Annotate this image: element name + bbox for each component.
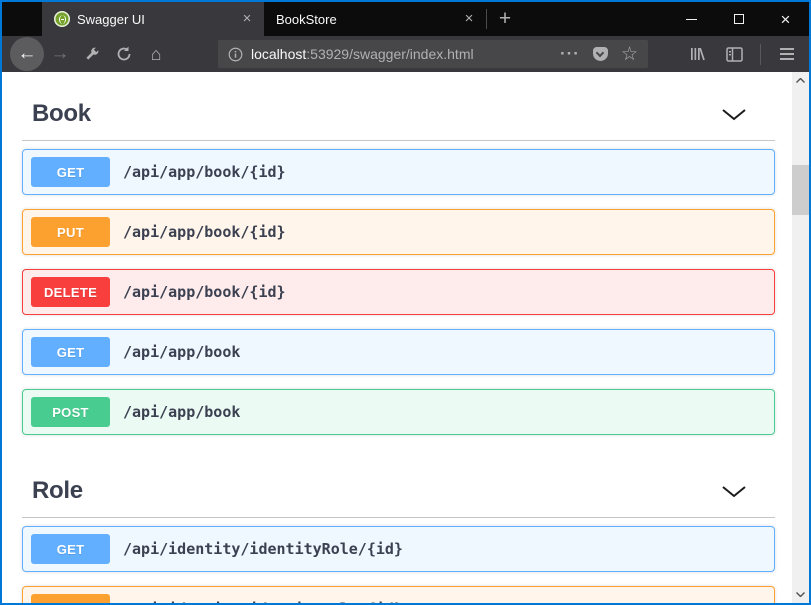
tab-title: BookStore [276,12,453,27]
scroll-down-icon [796,592,805,597]
tab-title: Swagger UI [77,12,231,27]
toolbar-right [682,38,803,70]
endpoint-row[interactable]: GET /api/identity/identityRole/{id} [22,526,775,572]
pocket-icon[interactable] [593,47,608,61]
hamburger-menu-icon [780,48,794,60]
new-tab-button[interactable]: + [487,2,523,36]
section-title: Role [32,477,83,505]
section-body-role: GET /api/identity/identityRole/{id} PUT … [22,518,775,603]
minimize-icon [686,19,697,20]
tools-button[interactable] [76,38,108,70]
endpoint-row[interactable]: GET /api/app/book [22,329,775,375]
endpoint-path: /api/app/book/{id} [123,283,286,301]
sidebar-button[interactable] [718,38,750,70]
url-host: localhost [251,46,306,62]
endpoint-row[interactable]: PUT /api/app/book/{id} [22,209,775,255]
library-button[interactable] [682,38,714,70]
vertical-scrollbar[interactable] [792,72,809,603]
method-badge: POST [31,397,110,427]
bookmark-star-icon[interactable]: ☆ [621,45,638,64]
url-bar[interactable]: localhost:53929/swagger/index.html ··· ☆ [218,40,648,68]
back-arrow-icon: ← [18,43,37,65]
method-badge: DELETE [31,277,110,307]
sidebar-icon [726,47,743,62]
method-badge: GET [31,157,110,187]
endpoint-path: /api/app/book [123,343,240,361]
back-button[interactable]: ← [10,37,44,71]
window-controls: × [668,2,809,36]
info-icon[interactable] [228,47,243,62]
swagger-favicon-icon [54,11,70,27]
forward-button[interactable]: → [44,38,76,70]
endpoint-path: /api/identity/identityRole/{id} [123,600,403,603]
url-text[interactable]: localhost:53929/swagger/index.html [251,46,552,62]
wrench-icon [84,46,100,62]
scrollbar-thumb[interactable] [792,165,809,215]
library-icon [689,46,707,62]
endpoint-path: /api/identity/identityRole/{id} [123,540,403,558]
refresh-icon [116,46,132,62]
toolbar-separator [760,44,761,65]
url-actions: ··· ☆ [560,45,638,64]
endpoint-row[interactable]: DELETE /api/app/book/{id} [22,269,775,315]
maximize-icon [734,14,744,24]
minimize-button[interactable] [668,2,715,36]
chevron-down-icon[interactable] [721,485,747,498]
endpoint-path: /api/app/book [123,403,240,421]
home-button[interactable]: ⌂ [140,38,172,70]
scroll-up-button[interactable] [792,72,809,89]
tab-close-icon[interactable]: × [238,10,256,28]
close-icon: × [781,11,791,28]
tab-bookstore[interactable]: BookStore × [264,2,486,36]
scroll-up-icon [796,78,805,83]
menu-button[interactable] [771,38,803,70]
scroll-down-button[interactable] [792,586,809,603]
endpoint-row[interactable]: PUT /api/identity/identityRole/{id} [22,586,775,603]
method-badge: PUT [31,217,110,247]
titlebar: Swagger UI × BookStore × + × [2,2,809,36]
method-badge: GET [31,534,110,564]
forward-arrow-icon: → [51,43,70,65]
chevron-down-icon[interactable] [721,108,747,121]
method-badge: PUT [31,594,110,603]
reload-button[interactable] [108,38,140,70]
page-actions-icon[interactable]: ··· [560,49,580,59]
titlebar-drag-space [523,2,668,36]
browser-window: Swagger UI × BookStore × + × ← → [0,0,811,605]
titlebar-drag-space [2,2,42,36]
endpoint-row[interactable]: POST /api/app/book [22,389,775,435]
endpoint-path: /api/app/book/{id} [123,223,286,241]
section-title: Book [32,100,91,128]
close-button[interactable]: × [762,2,809,36]
url-path: :53929/swagger/index.html [306,46,473,62]
endpoint-path: /api/app/book/{id} [123,163,286,181]
maximize-button[interactable] [715,2,762,36]
nav-toolbar: ← → ⌂ localhost:53929/swagger/index [2,36,809,72]
tab-close-icon[interactable]: × [460,10,478,28]
section-header-book[interactable]: Book [22,72,775,141]
home-icon: ⌂ [151,44,162,65]
tab-swagger-ui[interactable]: Swagger UI × [42,2,264,36]
endpoint-row[interactable]: GET /api/app/book/{id} [22,149,775,195]
method-badge: GET [31,337,110,367]
section-header-role[interactable]: Role [22,449,775,518]
swagger-page: Book GET /api/app/book/{id} PUT /api/app… [2,72,792,603]
section-body-book: GET /api/app/book/{id} PUT /api/app/book… [22,141,775,435]
page-content: Book GET /api/app/book/{id} PUT /api/app… [2,72,809,603]
